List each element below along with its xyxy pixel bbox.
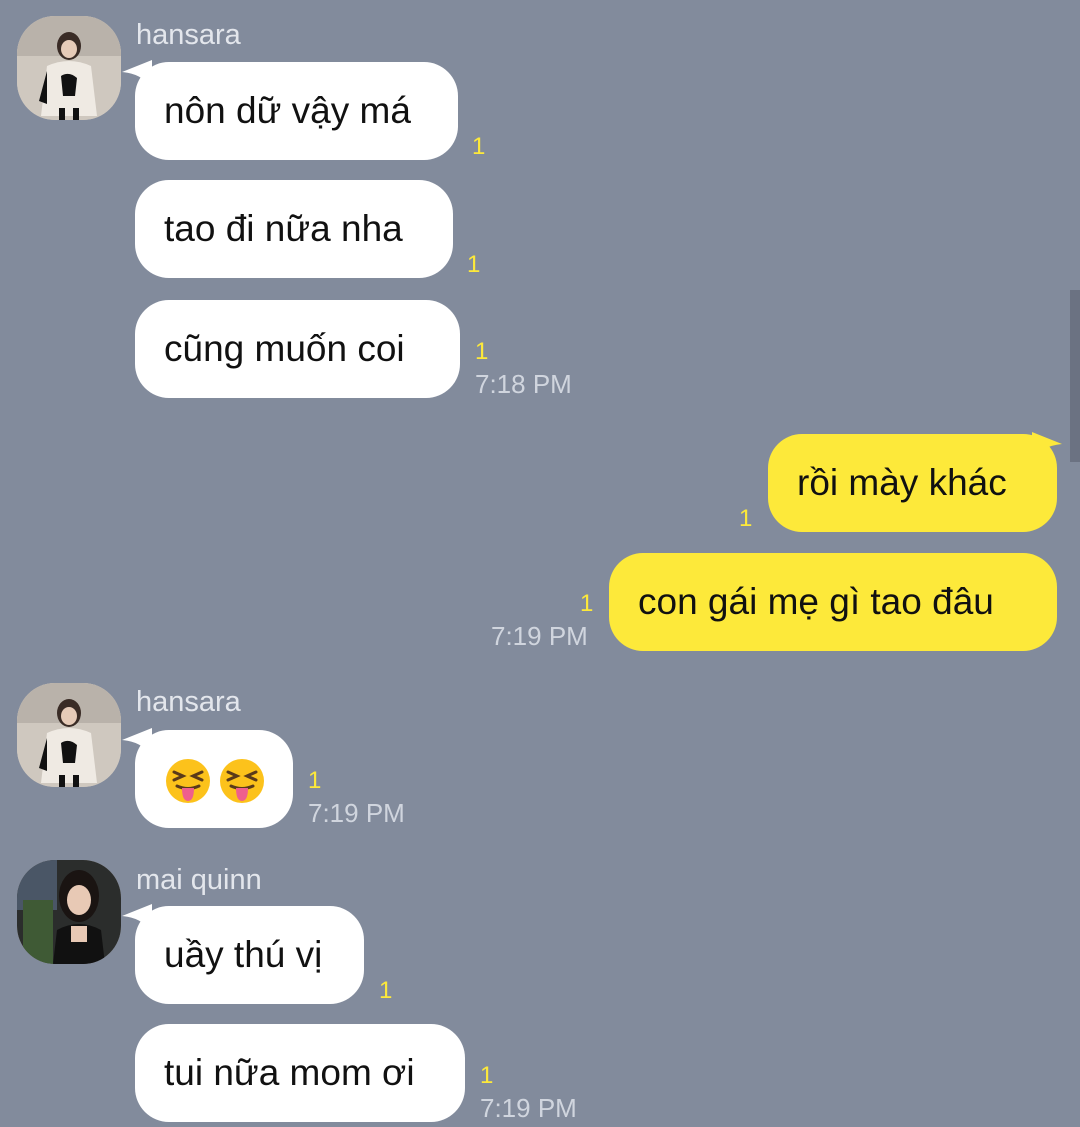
unread-count: 1	[475, 338, 489, 365]
message-bubble[interactable]: tao đi nữa nha	[135, 180, 453, 278]
avatar-hansara[interactable]	[17, 16, 121, 120]
avatar-photo	[17, 683, 121, 787]
unread-count: 1	[480, 1062, 494, 1089]
unread-count: 1	[580, 590, 594, 617]
unread-count: 1	[472, 133, 486, 160]
squinting-tongue-emoji	[220, 759, 264, 804]
message-timestamp: 7:18 PM	[475, 369, 572, 399]
message-bubble[interactable]: tui nữa mom ơi	[135, 1024, 465, 1122]
unread-count: 1	[739, 505, 753, 532]
message-bubble[interactable]: nôn dữ vậy má	[135, 62, 458, 160]
squinting-tongue-emoji	[166, 759, 210, 804]
emoji-row	[164, 757, 266, 805]
unread-count: 1	[467, 251, 481, 278]
avatar-hansara[interactable]	[17, 683, 121, 787]
message-bubble[interactable]: uầy thú vị	[135, 906, 364, 1004]
message-bubble[interactable]: rồi mày khác	[768, 434, 1057, 532]
message-timestamp: 7:19 PM	[480, 1093, 577, 1123]
unread-count: 1	[379, 977, 393, 1004]
message-timestamp: 7:19 PM	[308, 798, 405, 828]
sender-name: mai quinn	[136, 864, 262, 896]
message-bubble[interactable]: con gái mẹ gì tao đâu	[609, 553, 1057, 651]
avatar-photo	[17, 860, 121, 964]
unread-count: 1	[308, 767, 322, 794]
scrollbar[interactable]	[1070, 290, 1080, 462]
sender-name: hansara	[136, 686, 241, 718]
message-bubble[interactable]: cũng muốn coi	[135, 300, 460, 398]
avatar-mai-quinn[interactable]	[17, 860, 121, 964]
message-bubble[interactable]	[135, 730, 293, 828]
message-timestamp: 7:19 PM	[491, 621, 588, 651]
avatar-photo	[17, 16, 121, 120]
sender-name: hansara	[136, 19, 241, 51]
